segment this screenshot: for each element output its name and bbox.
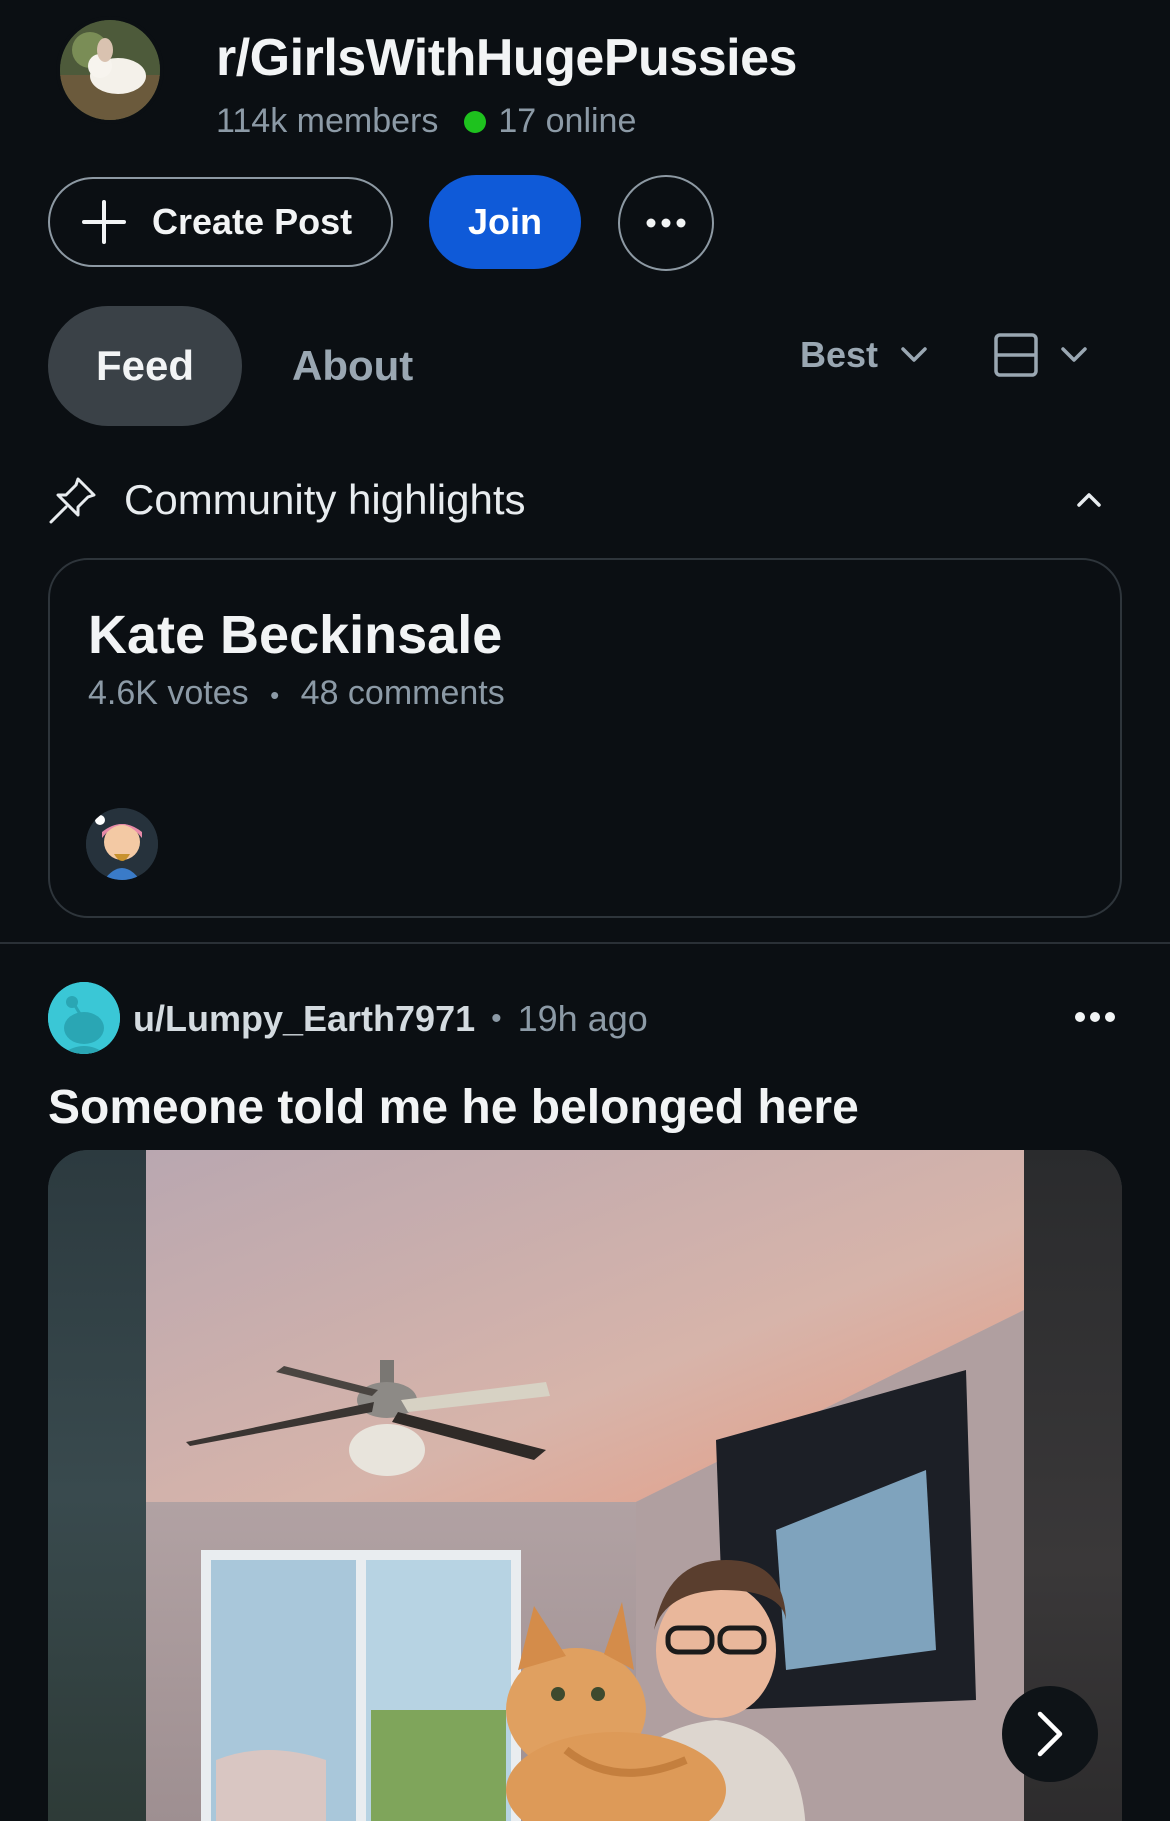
online-indicator-icon [464, 110, 487, 133]
community-highlights-header[interactable]: Community highlights [48, 470, 1102, 530]
subreddit-avatar[interactable] [60, 20, 160, 120]
arrow-right-icon [1037, 1711, 1063, 1757]
pin-icon [49, 477, 96, 524]
member-count: 114k members [216, 102, 439, 140]
chevron-up-icon[interactable] [1076, 492, 1102, 508]
plus-icon [82, 200, 126, 244]
view-mode-dropdown[interactable] [994, 330, 1088, 380]
subreddit-page: r/GirlsWithHugePussies 114k members 17 o… [0, 0, 1170, 1821]
highlight-votes: 4.6K votes [88, 674, 249, 712]
carousel-next-button[interactable] [1002, 1686, 1098, 1782]
meta-separator: • [270, 680, 280, 710]
create-post-button[interactable]: Create Post [48, 177, 393, 267]
subreddit-stats: 114k members 17 online [216, 102, 636, 141]
card-view-icon [994, 333, 1038, 377]
post-image [146, 1150, 1024, 1821]
author-avatar [86, 808, 158, 880]
subreddit-name: r/GirlsWithHugePussies [216, 29, 797, 87]
section-divider [0, 942, 1170, 944]
highlight-title: Kate Beckinsale [88, 605, 503, 665]
chevron-down-icon [901, 347, 927, 362]
sort-dropdown[interactable]: Best [800, 320, 928, 390]
post-title[interactable]: Someone told me he belonged here [48, 1080, 859, 1135]
sort-label: Best [800, 334, 879, 375]
tab-feed[interactable]: Feed [48, 306, 242, 426]
more-options-button[interactable] [618, 175, 714, 271]
post-media-carousel[interactable] [48, 1150, 1122, 1821]
post-author-avatar[interactable] [48, 982, 120, 1054]
community-highlights-title: Community highlights [124, 476, 526, 523]
more-icon [646, 218, 686, 228]
post-timestamp: 19h ago [517, 998, 648, 1039]
tab-about[interactable]: About [292, 306, 413, 426]
post-meta: u/Lumpy_Earth7971 • 19h ago [133, 994, 648, 1044]
create-post-label: Create Post [152, 201, 353, 242]
highlight-comments: 48 comments [300, 674, 505, 712]
highlight-card[interactable]: Kate Beckinsale 4.6K votes • 48 comments [48, 558, 1122, 918]
join-button[interactable]: Join [429, 175, 581, 269]
chevron-down-icon [1061, 347, 1087, 362]
media-blur-left [48, 1150, 146, 1821]
post-username[interactable]: u/Lumpy_Earth7971 [133, 998, 475, 1040]
meta-separator: • [491, 1002, 502, 1035]
online-count: 17 online [498, 102, 637, 140]
highlight-meta: 4.6K votes • 48 comments [88, 674, 505, 713]
post-more-icon[interactable] [1074, 1008, 1116, 1026]
